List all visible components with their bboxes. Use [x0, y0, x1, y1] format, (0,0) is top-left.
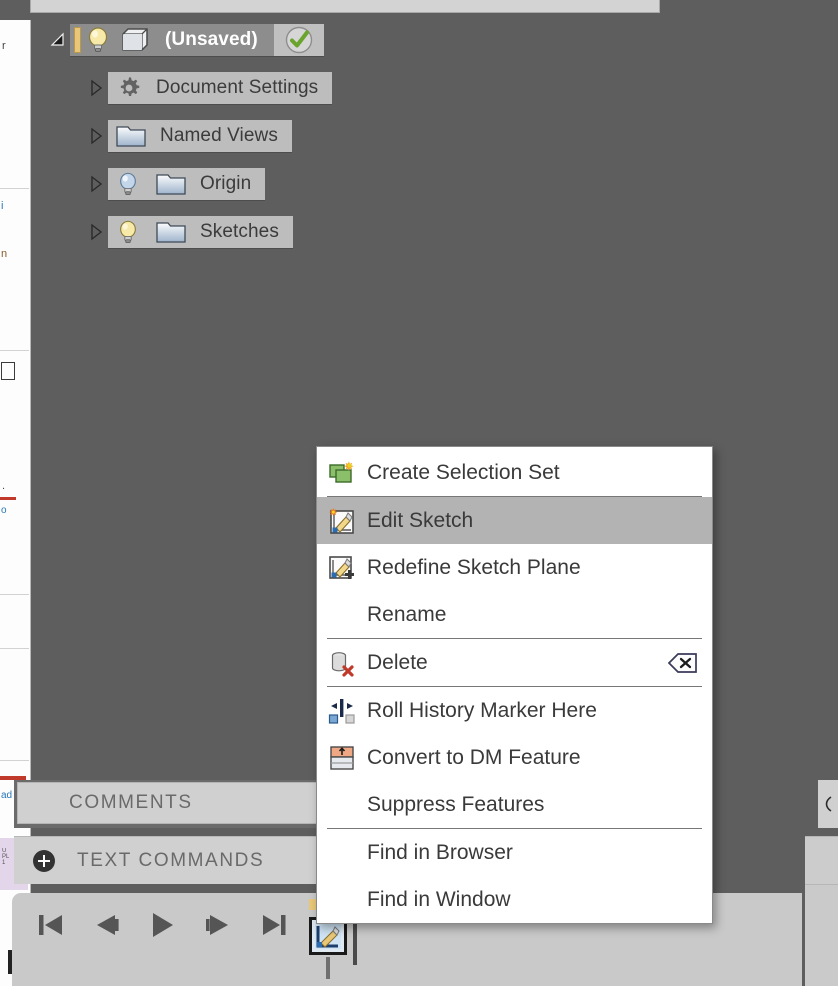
menu-item-find-in-window[interactable]: Find in Window	[317, 876, 712, 923]
background-text-fragment: ad	[1, 790, 13, 801]
delete-key-icon	[668, 652, 698, 674]
menu-item-label: Delete	[367, 650, 428, 674]
text-commands-label: TEXT COMMANDS	[77, 849, 265, 871]
menu-item-suppress-features[interactable]: Suppress Features	[317, 781, 712, 828]
tree-row-origin[interactable]: Origin	[84, 168, 266, 200]
tree-row-document-settings[interactable]: Document Settings	[84, 72, 333, 104]
skip-start-icon[interactable]	[28, 903, 72, 947]
background-text-fragment: o	[1, 505, 7, 516]
tree-pill-named-views[interactable]: Named Views	[108, 120, 292, 152]
disclosure-collapsed-icon[interactable]	[84, 168, 108, 200]
root-color-tab	[74, 27, 81, 53]
disclosure-collapsed-icon[interactable]	[84, 216, 108, 248]
background-text-fragment: U PL 1	[2, 848, 10, 866]
sketch-feature-icon	[315, 923, 341, 949]
comments-panel[interactable]: COMMENTS	[17, 782, 328, 824]
background-divider	[0, 648, 29, 649]
tree-row-root[interactable]: (Unsaved)	[46, 24, 324, 56]
menu-icon-placeholder	[327, 838, 357, 868]
menu-item-redefine-sketch-plane[interactable]: Redefine Sketch Plane	[317, 544, 712, 591]
folder-icon	[148, 216, 194, 248]
disclosure-collapsed-icon[interactable]	[84, 72, 108, 104]
menu-item-edit-sketch[interactable]: Edit Sketch	[317, 497, 712, 544]
tree-root-label: (Unsaved)	[165, 29, 258, 50]
redefine-sketch-plane-icon	[327, 553, 357, 583]
application-window: r i n . o ad U PL 1 (Unsaved) Document S…	[0, 0, 838, 986]
background-checkbox	[1, 362, 15, 380]
menu-item-label: Create Selection Set	[367, 460, 560, 484]
background-divider	[0, 594, 29, 595]
gear-icon	[108, 72, 150, 104]
tree-row-named-views[interactable]: Named Views	[84, 120, 292, 152]
folder-icon	[108, 120, 154, 152]
tree-item-label: Origin	[200, 173, 252, 194]
lightbulb-on-icon[interactable]	[81, 24, 115, 56]
menu-item-create-selection-set[interactable]: Create Selection Set	[317, 449, 712, 496]
menu-item-delete[interactable]: Delete	[317, 639, 712, 686]
selection-set-icon	[327, 458, 357, 488]
lightbulb-on-icon[interactable]	[108, 216, 148, 248]
menu-icon-placeholder	[327, 885, 357, 915]
background-divider	[0, 760, 29, 761]
background-text-fragment: n	[1, 248, 8, 260]
menu-item-label: Redefine Sketch Plane	[367, 555, 581, 579]
menu-item-rename[interactable]: Rename	[317, 591, 712, 638]
menu-icon-placeholder	[327, 790, 357, 820]
menu-item-label: Find in Browser	[367, 840, 513, 864]
edit-sketch-icon	[327, 506, 357, 536]
tree-pill-root[interactable]: (Unsaved)	[70, 24, 324, 56]
timeline-feature-stem	[326, 957, 330, 979]
menu-item-find-in-browser[interactable]: Find in Browser	[317, 829, 712, 876]
menu-item-label: Suppress Features	[367, 792, 545, 816]
tree-item-label: Document Settings	[156, 77, 319, 98]
plus-circle-icon[interactable]	[33, 849, 55, 872]
cube-icon	[115, 24, 155, 56]
top-toolbar-strip	[30, 0, 660, 13]
play-icon[interactable]	[140, 903, 184, 947]
convert-dm-feature-icon	[327, 743, 357, 773]
right-strip-lower	[805, 884, 838, 986]
skip-end-icon[interactable]	[252, 903, 296, 947]
context-menu: Create Selection Set Edit Sketch Redefin…	[316, 446, 713, 924]
tree-item-label: Named Views	[160, 125, 278, 146]
menu-item-label: Rename	[367, 602, 447, 626]
step-back-icon[interactable]	[84, 903, 128, 947]
tree-pill-origin[interactable]: Origin	[108, 168, 266, 200]
roll-history-marker-icon	[327, 696, 357, 726]
menu-item-label: Edit Sketch	[367, 508, 474, 532]
menu-item-roll-history-marker-here[interactable]: Roll History Marker Here	[317, 687, 712, 734]
panel-collapse-button[interactable]	[818, 780, 838, 828]
background-text-fragment: i	[1, 200, 4, 212]
timeline-controls	[28, 903, 296, 947]
right-strip-upper	[805, 836, 838, 885]
menu-item-label: Roll History Marker Here	[367, 698, 597, 722]
background-text-fragment: .	[2, 480, 6, 492]
background-divider	[0, 188, 29, 189]
folder-icon	[148, 168, 194, 200]
background-accent	[0, 497, 16, 500]
tree-pill-sketches[interactable]: Sketches	[108, 216, 293, 248]
tree-row-sketches[interactable]: Sketches	[84, 216, 293, 248]
comments-label: COMMENTS	[69, 792, 193, 813]
background-divider	[0, 350, 29, 351]
menu-item-convert-to-dm-feature[interactable]: Convert to DM Feature	[317, 734, 712, 781]
disclosure-collapsed-icon[interactable]	[84, 120, 108, 152]
background-text-fragment: r	[2, 40, 6, 52]
tree-item-label: Sketches	[200, 221, 279, 242]
disclosure-expanded-icon[interactable]	[46, 24, 70, 56]
lightbulb-off-icon[interactable]	[108, 168, 148, 200]
collapse-arrow-icon	[825, 796, 832, 812]
step-forward-icon[interactable]	[196, 903, 240, 947]
menu-icon-placeholder	[327, 600, 357, 630]
text-commands-panel[interactable]: TEXT COMMANDS	[14, 836, 330, 884]
menu-item-label: Find in Window	[367, 887, 511, 911]
delete-body-icon	[327, 648, 357, 678]
menu-item-label: Convert to DM Feature	[367, 745, 581, 769]
tree-pill-document-settings[interactable]: Document Settings	[108, 72, 333, 104]
green-check-icon[interactable]	[273, 24, 324, 56]
